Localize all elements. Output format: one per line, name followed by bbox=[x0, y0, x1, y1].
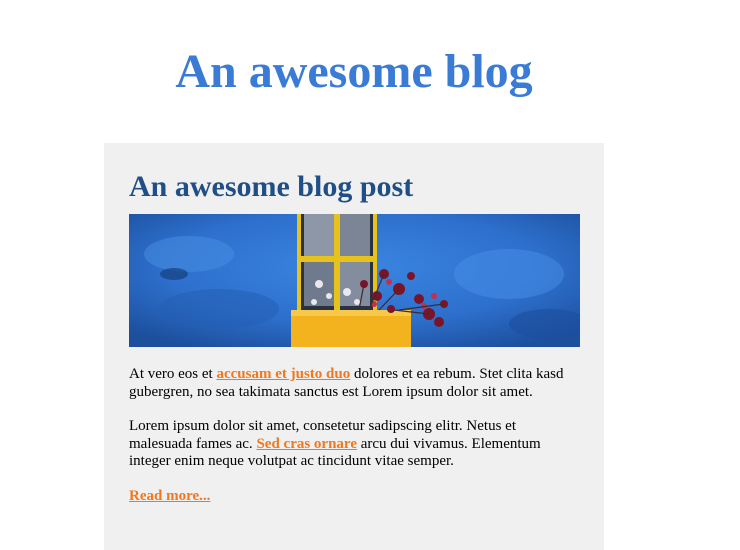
post-image bbox=[129, 214, 580, 347]
post-card: An awesome blog post At vero eos et accu… bbox=[104, 143, 604, 550]
post-paragraph-1: At vero eos et accusam et justo duo dolo… bbox=[129, 366, 569, 401]
post-paragraph-2: Lorem ipsum dolor sit amet, consetetur s… bbox=[129, 418, 569, 471]
read-more-link[interactable]: Read more... bbox=[129, 488, 210, 506]
sed-cras-ornare-link[interactable]: Sed cras ornare bbox=[256, 436, 357, 452]
post-title: An awesome blog post bbox=[129, 170, 414, 203]
site-title: An awesome blog bbox=[175, 45, 533, 98]
accusam-link[interactable]: accusam et justo duo bbox=[216, 366, 350, 382]
paragraph-text: At vero eos et bbox=[129, 366, 217, 382]
